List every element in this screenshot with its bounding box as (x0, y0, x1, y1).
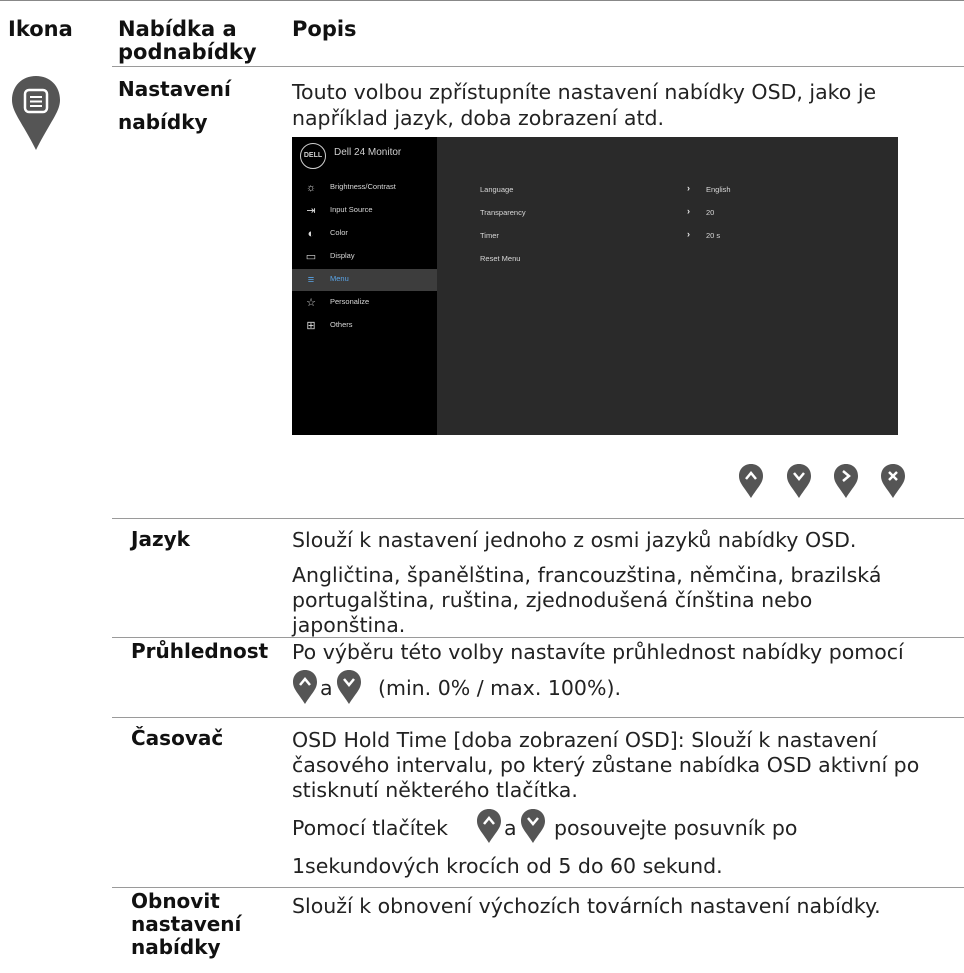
down-button-icon (521, 809, 545, 843)
osd-item-display[interactable]: ▭ Display (292, 246, 437, 268)
obnovit-label-line2: nastavení (131, 912, 242, 936)
header-rule (112, 66, 964, 67)
casovac-line4-end: posouvejte posuvník po (554, 816, 798, 840)
jazyk-label: Jazyk (131, 527, 190, 551)
osd-setting-timer[interactable]: Timer (480, 231, 499, 240)
star-icon: ☆ (306, 297, 316, 309)
dell-logo: DELL (300, 143, 326, 169)
osd-setting-reset-menu[interactable]: Reset Menu (480, 254, 520, 263)
row-rule (112, 717, 964, 718)
pruhlednost-range: (min. 0% / max. 100%). (378, 676, 621, 700)
pruhlednost-label: Průhlednost (131, 639, 269, 663)
menu-settings-label-line1: Nastavení (118, 77, 231, 101)
osd-setting-transparency[interactable]: Transparency (480, 208, 526, 217)
pruhlednost-line1: Po výběru této volby nastavíte průhledno… (292, 640, 904, 664)
chevron-right-icon: › (687, 229, 690, 239)
down-button-icon (787, 464, 811, 498)
row-rule (112, 887, 964, 888)
up-button-icon (477, 809, 501, 843)
osd-item-menu[interactable]: ≡ Menu (292, 269, 437, 291)
chevron-right-icon: › (687, 206, 690, 216)
osd-screenshot: DELL Dell 24 Monitor ☼ Brightness/Contra… (292, 137, 898, 435)
osd-item-others[interactable]: ⊞ Others (292, 315, 437, 337)
jazyk-line1: Slouží k nastavení jednoho z osmi jazyků… (292, 528, 857, 552)
osd-value-transparency: 20 (706, 208, 715, 217)
osd-item-brightness[interactable]: ☼ Brightness/Contrast (292, 177, 437, 199)
menu-icon (12, 76, 60, 150)
others-icon: ⊞ (306, 320, 316, 332)
obnovit-line1: Slouží k obnovení výchozích továrních na… (292, 894, 881, 918)
osd-item-color[interactable]: ◐ Color (292, 223, 437, 245)
chevron-right-icon: › (687, 183, 690, 193)
palette-icon: ◐ (307, 228, 315, 240)
header-icon-col: Ikona (8, 17, 73, 41)
casovac-line3: stisknutí některého tlačítka. (292, 778, 578, 802)
casovac-and: a (504, 816, 517, 840)
menu-settings-desc-line2: například jazyk, doba zobrazení atd. (292, 106, 665, 130)
menu-settings-desc-line1: Touto volbou zpřístupníte nastavení nabí… (292, 80, 877, 104)
sun-icon: ☼ (305, 182, 317, 194)
display-icon: ▭ (305, 251, 317, 263)
next-button-icon (834, 464, 858, 498)
jazyk-line3: portugalština, ruština, zjednodušená čín… (292, 588, 813, 612)
osd-item-input-source[interactable]: ⇥ Input Source (292, 200, 437, 222)
input-icon: ⇥ (306, 205, 316, 217)
osd-value-timer: 20 s (706, 231, 721, 240)
osd-value-language: English (706, 185, 731, 194)
up-button-icon (739, 464, 763, 498)
obnovit-label-line1: Obnovit (131, 889, 220, 913)
top-rule (0, 0, 964, 1)
down-button-icon (337, 670, 361, 704)
obnovit-label-line3: nabídky (131, 935, 221, 959)
row-rule (112, 518, 964, 519)
casovac-line1: OSD Hold Time [doba zobrazení OSD]: Slou… (292, 728, 878, 752)
jazyk-line2: Angličtina, španělština, francouzština, … (292, 563, 882, 587)
header-menu-col-line1: Nabídka a (118, 17, 237, 41)
osd-item-personalize[interactable]: ☆ Personalize (292, 292, 437, 314)
menu-icon: ≡ (307, 274, 315, 286)
casovac-line4-start: Pomocí tlačítek (292, 816, 448, 840)
up-button-icon (293, 670, 317, 704)
pruhlednost-and: a (320, 676, 333, 700)
header-desc-col: Popis (292, 17, 357, 41)
jazyk-line4: japonština. (292, 613, 406, 637)
osd-title: Dell 24 Monitor (334, 147, 402, 158)
casovac-line2: časového intervalu, po který zůstane nab… (292, 753, 920, 777)
osd-setting-language[interactable]: Language (480, 185, 513, 194)
casovac-line5: 1sekundových krocích od 5 do 60 sekund. (292, 854, 723, 878)
exit-button-icon (881, 464, 905, 498)
header-menu-col-line2: podnabídky (118, 40, 257, 64)
casovac-label: Časovač (131, 726, 224, 750)
osd-sidebar: DELL Dell 24 Monitor ☼ Brightness/Contra… (292, 137, 437, 435)
menu-settings-label-line2: nabídky (118, 110, 208, 134)
